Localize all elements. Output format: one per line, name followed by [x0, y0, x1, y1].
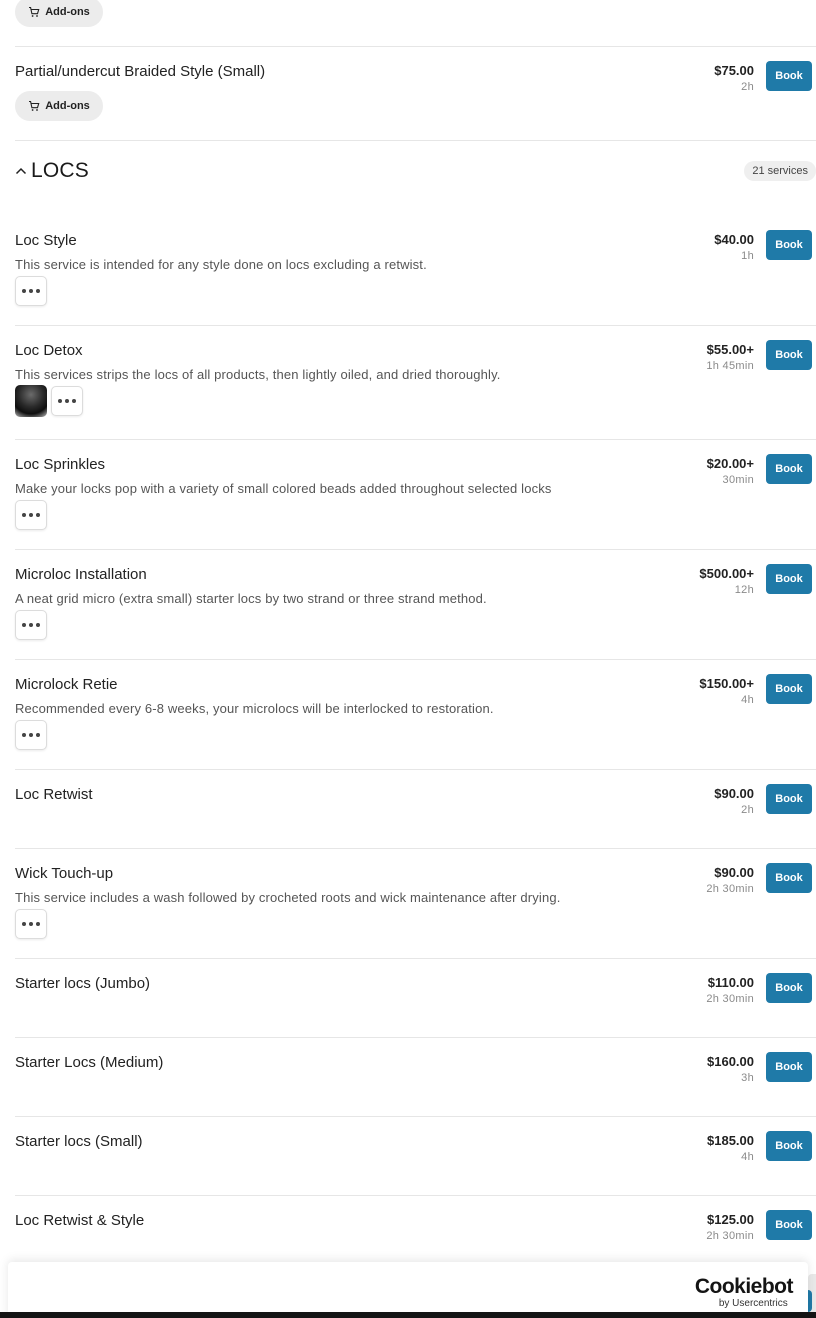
service-name: Loc Retwist & Style [15, 1212, 145, 1229]
service-row: Loc Retwist $90.00 2h Book [15, 770, 816, 849]
service-name: Microlock Retie [15, 676, 118, 693]
service-price: $40.00 [714, 232, 754, 247]
more-icon [22, 623, 40, 627]
service-price: $110.00 [707, 975, 754, 990]
service-description: Make your locks pop with a variety of sm… [15, 481, 552, 496]
book-button[interactable]: Book [766, 1210, 812, 1240]
service-name: Wick Touch-up [15, 865, 114, 882]
service-price: $160.00 [707, 1054, 754, 1069]
service-description: This service is intended for any style d… [15, 257, 427, 272]
service-description: A neat grid micro (extra small) starter … [15, 591, 487, 606]
service-duration: 2h 30min [706, 1230, 754, 1242]
service-name: Loc Sprinkles [15, 456, 106, 473]
more-icon [22, 513, 40, 517]
service-description: This services strips the locs of all pro… [15, 367, 501, 382]
service-name: Loc Retwist [15, 786, 93, 803]
service-row: Microlock Retie Recommended every 6-8 we… [15, 660, 816, 770]
service-duration: 12h [734, 584, 754, 596]
service-row: Starter locs (Small) $185.00 4h Book [15, 1117, 816, 1196]
service-duration: 1h [741, 250, 754, 262]
addons-button[interactable]: Add-ons [15, 0, 103, 27]
services-page: Add-ons Partial/undercut Braided Style (… [0, 0, 816, 1318]
cookiebot-brand: Cookiebot [694, 1275, 794, 1298]
book-button[interactable]: Book [766, 454, 812, 484]
service-price: $185.00 [707, 1133, 754, 1148]
cart-icon [29, 100, 40, 111]
service-name: Starter locs (Small) [15, 1133, 143, 1150]
service-photo-thumbnail[interactable] [15, 385, 47, 417]
section-header-locs[interactable]: LOCS 21 services [15, 158, 816, 186]
service-row: Starter locs (Jumbo) $110.00 2h 30min Bo… [15, 959, 816, 1038]
service-duration: 4h [741, 694, 754, 706]
service-price: $125.00 [707, 1212, 754, 1227]
service-name: Partial/undercut Braided Style (Small) [15, 63, 266, 80]
book-button[interactable]: Book [766, 784, 812, 814]
more-icon [22, 733, 40, 737]
cookie-consent-banner: Cookiebot by Usercentrics [8, 1262, 808, 1318]
service-row: Loc Detox This services strips the locs … [15, 326, 816, 440]
cookiebot-logo[interactable]: Cookiebot by Usercentrics [694, 1275, 794, 1310]
book-button[interactable]: Book [766, 1052, 812, 1082]
service-duration: 2h [741, 81, 754, 93]
book-button[interactable]: Book [766, 863, 812, 893]
more-options-button[interactable] [15, 276, 47, 306]
service-price: $150.00+ [699, 676, 754, 691]
service-duration: 2h [741, 804, 754, 816]
addons-label: Add-ons [45, 6, 90, 18]
cart-icon [29, 6, 40, 17]
book-button[interactable]: Book [766, 61, 812, 91]
book-button[interactable]: Book [766, 973, 812, 1003]
more-options-button[interactable] [15, 500, 47, 530]
service-name: Microloc Installation [15, 566, 147, 583]
chevron-up-icon [15, 167, 27, 175]
book-button[interactable]: Book [766, 1131, 812, 1161]
service-row: Wick Touch-up This service includes a wa… [15, 849, 816, 959]
service-price: $90.00 [714, 786, 754, 801]
service-price: $500.00+ [699, 566, 754, 581]
service-name: Starter locs (Jumbo) [15, 975, 151, 992]
service-price: $90.00 [714, 865, 754, 880]
service-description: Recommended every 6-8 weeks, your microl… [15, 701, 494, 716]
more-options-button[interactable] [15, 610, 47, 640]
book-button[interactable]: Book [766, 564, 812, 594]
section-title: LOCS [31, 159, 89, 182]
service-duration: 2h 30min [706, 883, 754, 895]
book-button[interactable]: Book [766, 674, 812, 704]
service-row-partial: Add-ons [15, 0, 816, 47]
addons-button[interactable]: Add-ons [15, 91, 103, 121]
service-duration: 1h 45min [706, 360, 754, 372]
service-duration: 2h 30min [706, 993, 754, 1005]
more-icon [58, 399, 76, 403]
service-count-badge: 21 services [744, 161, 816, 181]
service-name: Loc Style [15, 232, 77, 249]
book-button[interactable]: Book [766, 340, 812, 370]
more-options-button[interactable] [51, 386, 83, 416]
service-description: This service includes a wash followed by… [15, 890, 561, 905]
service-duration: 4h [741, 1151, 754, 1163]
service-price: $75.00 [714, 63, 754, 78]
service-duration: 30min [722, 474, 754, 486]
more-options-button[interactable] [15, 909, 47, 939]
service-duration: 3h [741, 1072, 754, 1084]
more-options-button[interactable] [15, 720, 47, 750]
service-name: Starter Locs (Medium) [15, 1054, 164, 1071]
service-name: Loc Detox [15, 342, 83, 359]
service-price: $55.00+ [706, 342, 754, 357]
more-icon [22, 289, 40, 293]
more-icon [22, 922, 40, 926]
service-row: Starter Locs (Medium) $160.00 3h Book [15, 1038, 816, 1117]
service-row: Partial/undercut Braided Style (Small) $… [15, 47, 816, 141]
service-row: Loc Style This service is intended for a… [15, 216, 816, 326]
service-price: $20.00+ [706, 456, 754, 471]
service-row: Microloc Installation A neat grid micro … [15, 550, 816, 660]
service-row: Loc Sprinkles Make your locks pop with a… [15, 440, 816, 550]
addons-label: Add-ons [45, 100, 90, 112]
book-button[interactable]: Book [766, 230, 812, 260]
bottom-bar [0, 1312, 816, 1318]
cookiebot-sub: by Usercentrics [718, 1298, 788, 1309]
